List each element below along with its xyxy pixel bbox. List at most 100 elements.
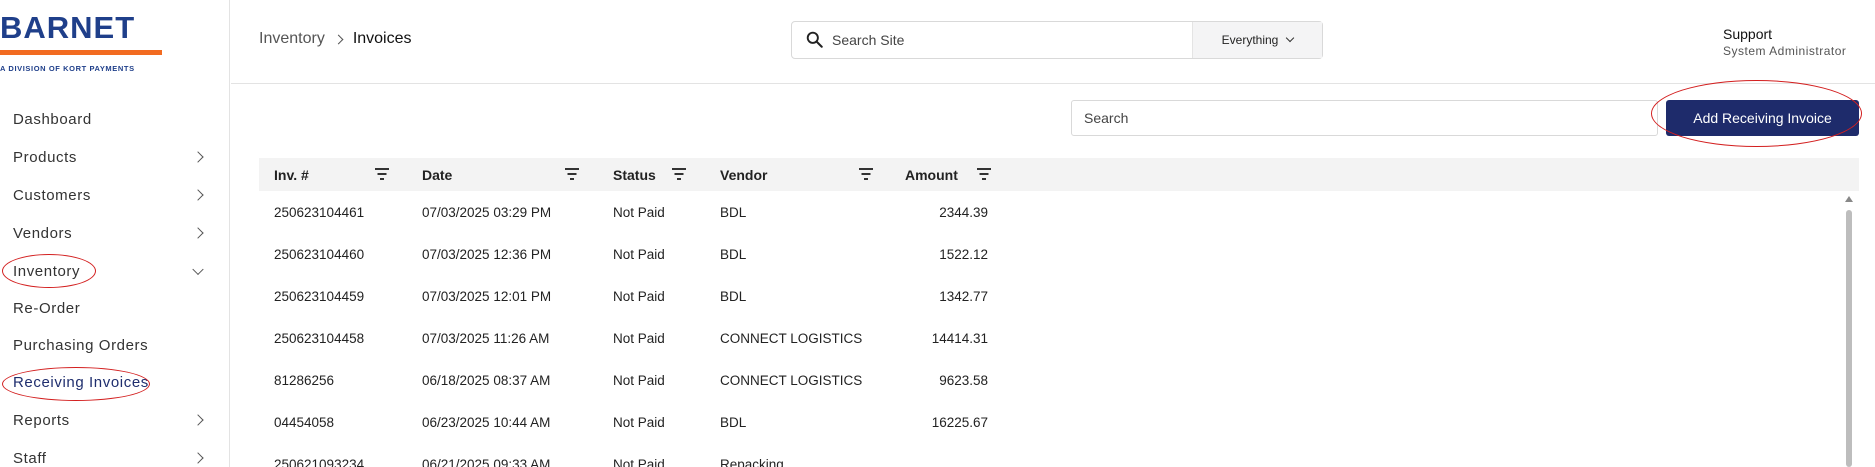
site-search-box: Everything bbox=[791, 21, 1323, 59]
user-name: Support bbox=[1723, 26, 1773, 42]
cell-status: Not Paid bbox=[613, 331, 665, 346]
sidebar-item-re-order[interactable]: Re-Order bbox=[0, 290, 230, 327]
sidebar-item-products[interactable]: Products bbox=[0, 138, 230, 176]
filter-icon[interactable] bbox=[375, 168, 389, 180]
cell-status: Not Paid bbox=[613, 373, 665, 388]
filter-icon[interactable] bbox=[859, 168, 873, 180]
table-row[interactable]: 81286256 06/18/2025 08:37 AM Not Paid CO… bbox=[259, 359, 1839, 401]
column-header-inv[interactable]: Inv. # bbox=[274, 158, 309, 191]
cell-date: 06/18/2025 08:37 AM bbox=[422, 373, 551, 388]
table-row[interactable]: 04454058 06/23/2025 10:44 AM Not Paid BD… bbox=[259, 401, 1839, 443]
cell-amount: 1522.12 bbox=[939, 247, 988, 262]
site-search-input[interactable] bbox=[832, 22, 1212, 58]
cell-vendor: CONNECT LOGISTICS bbox=[720, 331, 863, 346]
chevron-right-icon bbox=[192, 189, 204, 201]
user-role: System Administrator bbox=[1723, 44, 1847, 58]
sidebar-item-label: Inventory bbox=[13, 262, 81, 280]
sidebar-item-staff[interactable]: Staff bbox=[0, 439, 230, 467]
sidebar-item-label: Reports bbox=[13, 411, 70, 429]
user-menu[interactable]: Support System Administrator bbox=[1723, 26, 1846, 58]
chevron-right-icon bbox=[192, 452, 204, 464]
sidebar-item-label: Products bbox=[13, 148, 77, 166]
chevron-right-icon bbox=[192, 414, 204, 426]
cell-date: 07/03/2025 03:29 PM bbox=[422, 205, 552, 220]
column-header-status[interactable]: Status bbox=[613, 158, 656, 191]
sidebar-item-customers[interactable]: Customers bbox=[0, 176, 230, 214]
sidebar-item-reports[interactable]: Reports bbox=[0, 401, 230, 439]
sidebar-item-label: Customers bbox=[13, 186, 91, 204]
breadcrumb: Inventory Invoices bbox=[259, 30, 412, 48]
table-header: Inv. # Date Status Vendor Amount bbox=[259, 158, 1859, 191]
chevron-down-icon bbox=[1286, 33, 1295, 43]
cell-inv: 250623104458 bbox=[274, 331, 365, 346]
table-row[interactable]: 250623104460 07/03/2025 12:36 PM Not Pai… bbox=[259, 233, 1839, 275]
sidebar-item-vendors[interactable]: Vendors bbox=[0, 214, 230, 252]
table-scrollbar[interactable] bbox=[1845, 196, 1853, 467]
cell-vendor: CONNECT LOGISTICS bbox=[720, 373, 863, 388]
filter-icon[interactable] bbox=[672, 168, 686, 180]
chevron-down-icon bbox=[192, 263, 204, 276]
chevron-right-icon bbox=[333, 34, 344, 44]
top-header: Inventory Invoices Everything Support Sy… bbox=[231, 0, 1875, 84]
sidebar-item-dashboard[interactable]: Dashboard bbox=[0, 100, 230, 138]
cell-inv: 250623104461 bbox=[274, 205, 365, 220]
cell-vendor: BDL bbox=[720, 205, 747, 220]
cell-date: 07/03/2025 12:01 PM bbox=[422, 289, 552, 304]
table-row[interactable]: 250621093234 06/21/2025 09:33 AM Not Pai… bbox=[259, 443, 1839, 467]
cell-amount: 16225.67 bbox=[931, 415, 988, 430]
invoice-table-body: 250623104461 07/03/2025 03:29 PM Not Pai… bbox=[259, 191, 1839, 467]
cell-vendor: BDL bbox=[720, 415, 747, 430]
sidebar-item-label: Staff bbox=[13, 449, 47, 467]
breadcrumb-inventory[interactable]: Inventory bbox=[259, 30, 325, 48]
sidebar: BARNET A DIVISION OF KORT PAYMENTS Dashb… bbox=[0, 0, 230, 467]
filter-icon[interactable] bbox=[565, 168, 579, 180]
cell-vendor: Repacking bbox=[720, 457, 784, 467]
sidebar-item-inventory[interactable]: Inventory bbox=[0, 252, 230, 290]
cell-status: Not Paid bbox=[613, 247, 665, 262]
search-icon bbox=[806, 31, 823, 48]
barnet-logo[interactable]: BARNET A DIVISION OF KORT PAYMENTS bbox=[0, 10, 170, 73]
cell-status: Not Paid bbox=[613, 457, 665, 467]
table-search-box bbox=[1071, 100, 1658, 136]
sidebar-item-label: Dashboard bbox=[13, 110, 92, 128]
cell-date: 06/21/2025 09:33 AM bbox=[422, 457, 551, 467]
sidebar-item-receiving-invoices[interactable]: Receiving Invoices bbox=[0, 364, 230, 401]
sidebar-item-purchasing-orders[interactable]: Purchasing Orders bbox=[0, 327, 230, 364]
cell-amount: 1342.77 bbox=[939, 289, 988, 304]
sidebar-item-label: Re-Order bbox=[13, 300, 81, 317]
cell-date: 07/03/2025 11:26 AM bbox=[422, 331, 550, 346]
logo-tagline: A DIVISION OF KORT PAYMENTS bbox=[0, 64, 135, 73]
cell-amount: 2344.39 bbox=[939, 205, 988, 220]
table-row[interactable]: 250623104461 07/03/2025 03:29 PM Not Pai… bbox=[259, 191, 1839, 233]
cell-date: 07/03/2025 12:36 PM bbox=[422, 247, 552, 262]
sidebar-item-label: Receiving Invoices bbox=[13, 374, 149, 391]
cell-status: Not Paid bbox=[613, 289, 665, 304]
cell-date: 06/23/2025 10:44 AM bbox=[422, 415, 551, 430]
table-search-input[interactable] bbox=[1072, 101, 1657, 135]
chevron-right-icon bbox=[192, 227, 204, 239]
sidebar-item-label: Vendors bbox=[13, 224, 73, 242]
cell-inv: 250623104460 bbox=[274, 247, 365, 262]
scrollbar-thumb[interactable] bbox=[1846, 210, 1852, 467]
cell-vendor: BDL bbox=[720, 289, 747, 304]
logo-underline bbox=[0, 50, 162, 55]
table-row[interactable]: 250623104458 07/03/2025 11:26 AM Not Pai… bbox=[259, 317, 1839, 359]
sidebar-nav: Dashboard Products Customers Vendors Inv… bbox=[0, 100, 230, 467]
cell-status: Not Paid bbox=[613, 415, 665, 430]
search-scope-dropdown[interactable]: Everything bbox=[1192, 22, 1322, 58]
column-header-date[interactable]: Date bbox=[422, 158, 452, 191]
breadcrumb-current: Invoices bbox=[352, 30, 412, 47]
column-header-vendor[interactable]: Vendor bbox=[720, 158, 767, 191]
cell-inv: 250623104459 bbox=[274, 289, 365, 304]
column-header-amount[interactable]: Amount bbox=[905, 158, 958, 191]
add-receiving-invoice-button[interactable]: Add Receiving Invoice bbox=[1666, 100, 1859, 136]
cell-vendor: BDL bbox=[720, 247, 747, 262]
sidebar-item-label: Purchasing Orders bbox=[13, 337, 149, 354]
scroll-up-arrow-icon[interactable] bbox=[1845, 196, 1853, 202]
cell-inv: 81286256 bbox=[274, 373, 335, 388]
filter-icon[interactable] bbox=[977, 168, 991, 180]
cell-inv: 04454058 bbox=[274, 415, 335, 430]
cell-amount: 9623.58 bbox=[939, 373, 988, 388]
logo-wordmark: BARNET bbox=[0, 10, 136, 45]
table-row[interactable]: 250623104459 07/03/2025 12:01 PM Not Pai… bbox=[259, 275, 1839, 317]
